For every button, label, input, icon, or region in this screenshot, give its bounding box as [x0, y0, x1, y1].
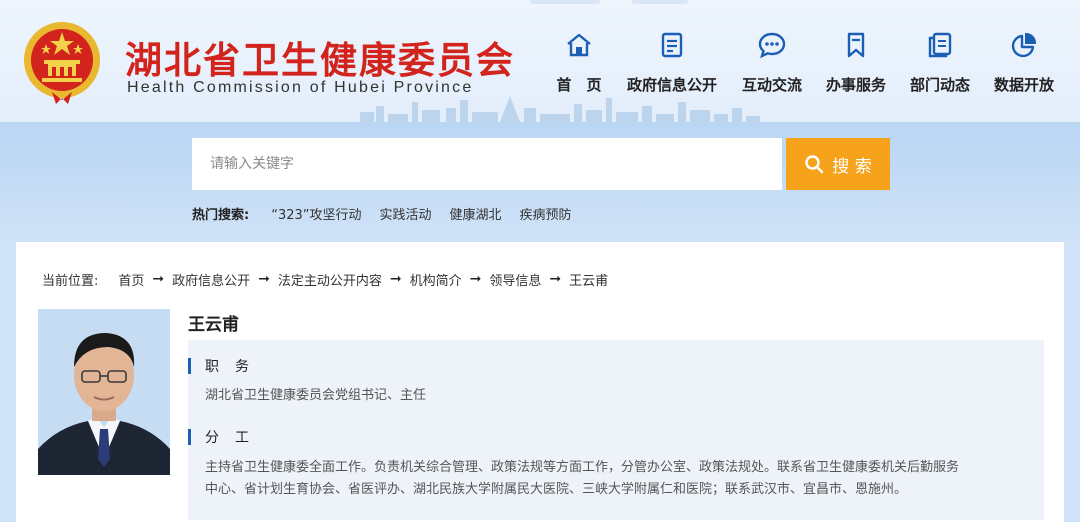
- nav-item-news[interactable]: 部门动态: [906, 30, 974, 100]
- document-icon: [661, 32, 683, 58]
- duty-text-line2: 中心、省计划生育协会、省医评办、湖北民族大学附属民大医院、三峡大学附属仁和医院；…: [205, 482, 908, 497]
- breadcrumb-item-gov-info[interactable]: 政府信息公开: [172, 270, 250, 289]
- nav-item-gov-info[interactable]: 政府信息公开: [623, 30, 721, 100]
- nav-label-gov-info: 政府信息公开: [626, 76, 717, 94]
- breadcrumb-label: 当前位置:: [42, 273, 99, 289]
- search-input[interactable]: [192, 138, 782, 190]
- nav-item-home[interactable]: 首 页: [552, 30, 606, 100]
- nav-item-interaction[interactable]: 互动交流: [738, 30, 806, 100]
- hot-search-label: 热门搜索:: [192, 207, 250, 223]
- leader-portrait: [38, 309, 170, 475]
- hot-search-row: 热门搜索: “323”攻坚行动 实践活动 健康湖北 疾病预防: [192, 203, 590, 223]
- nav-item-services[interactable]: 办事服务: [822, 30, 890, 100]
- pie-chart-icon: [1011, 32, 1037, 58]
- news-icon: [928, 32, 952, 58]
- nav-label-open-data: 数据开放: [993, 76, 1054, 94]
- breadcrumb-item-home[interactable]: 首页: [118, 270, 144, 289]
- breadcrumb-arrow-icon: ➞: [549, 271, 562, 287]
- breadcrumb-arrow-icon: ➞: [152, 271, 165, 287]
- breadcrumb: 当前位置: 首页 ➞ 政府信息公开 ➞ 法定主动公开内容 ➞ 机构简介 ➞ 领导…: [42, 270, 609, 289]
- breadcrumb-arrow-icon: ➞: [389, 271, 402, 287]
- breadcrumb-item-leaders[interactable]: 领导信息: [489, 270, 541, 289]
- nav-item-open-data[interactable]: 数据开放: [990, 30, 1058, 100]
- chat-icon: [758, 32, 786, 59]
- search-button[interactable]: 搜 索: [786, 138, 890, 190]
- bookmark-icon: [847, 32, 865, 58]
- hot-search-item[interactable]: 疾病预防: [520, 204, 572, 223]
- nav-label-services: 办事服务: [825, 76, 886, 94]
- breadcrumb-item-current: 王云甫: [569, 273, 609, 289]
- breadcrumb-arrow-icon: ➞: [258, 271, 270, 287]
- section-accent-bar: [188, 429, 191, 445]
- hot-search-item[interactable]: “323”攻坚行动: [271, 204, 361, 223]
- duty-text-line1: 主持省卫生健康委全面工作。负责机关综合管理、政策法规等方面工作，分管办公室、政策…: [205, 460, 960, 475]
- section-accent-bar: [188, 358, 191, 374]
- position-text: 湖北省卫生健康委员会党组书记、主任: [205, 388, 427, 403]
- hot-search-item[interactable]: 健康湖北: [450, 204, 502, 223]
- breadcrumb-arrow-icon: ➞: [469, 271, 482, 287]
- home-icon: [567, 33, 591, 57]
- nav-label-interaction: 互动交流: [741, 76, 802, 94]
- section-title-position: 职务: [188, 357, 265, 375]
- section-title-duty: 分工: [188, 428, 265, 446]
- site-header: 湖北省卫生健康委员会 Health Commission of Hubei Pr…: [0, 0, 1080, 122]
- hot-search-item[interactable]: 实践活动: [380, 204, 432, 223]
- search-button-label: 搜 索: [832, 156, 872, 177]
- nav-label-home: 首 页: [556, 76, 602, 94]
- search-icon: [805, 155, 824, 174]
- nav-label-news: 部门动态: [909, 76, 970, 94]
- breadcrumb-item-org[interactable]: 机构简介: [410, 270, 462, 289]
- leader-name: 王云甫: [188, 315, 239, 335]
- breadcrumb-item-statutory[interactable]: 法定主动公开内容: [278, 270, 382, 289]
- main-nav: 首 页 政府信息公开 互动交流 办事服务 部门动态 数据开放: [0, 0, 1080, 122]
